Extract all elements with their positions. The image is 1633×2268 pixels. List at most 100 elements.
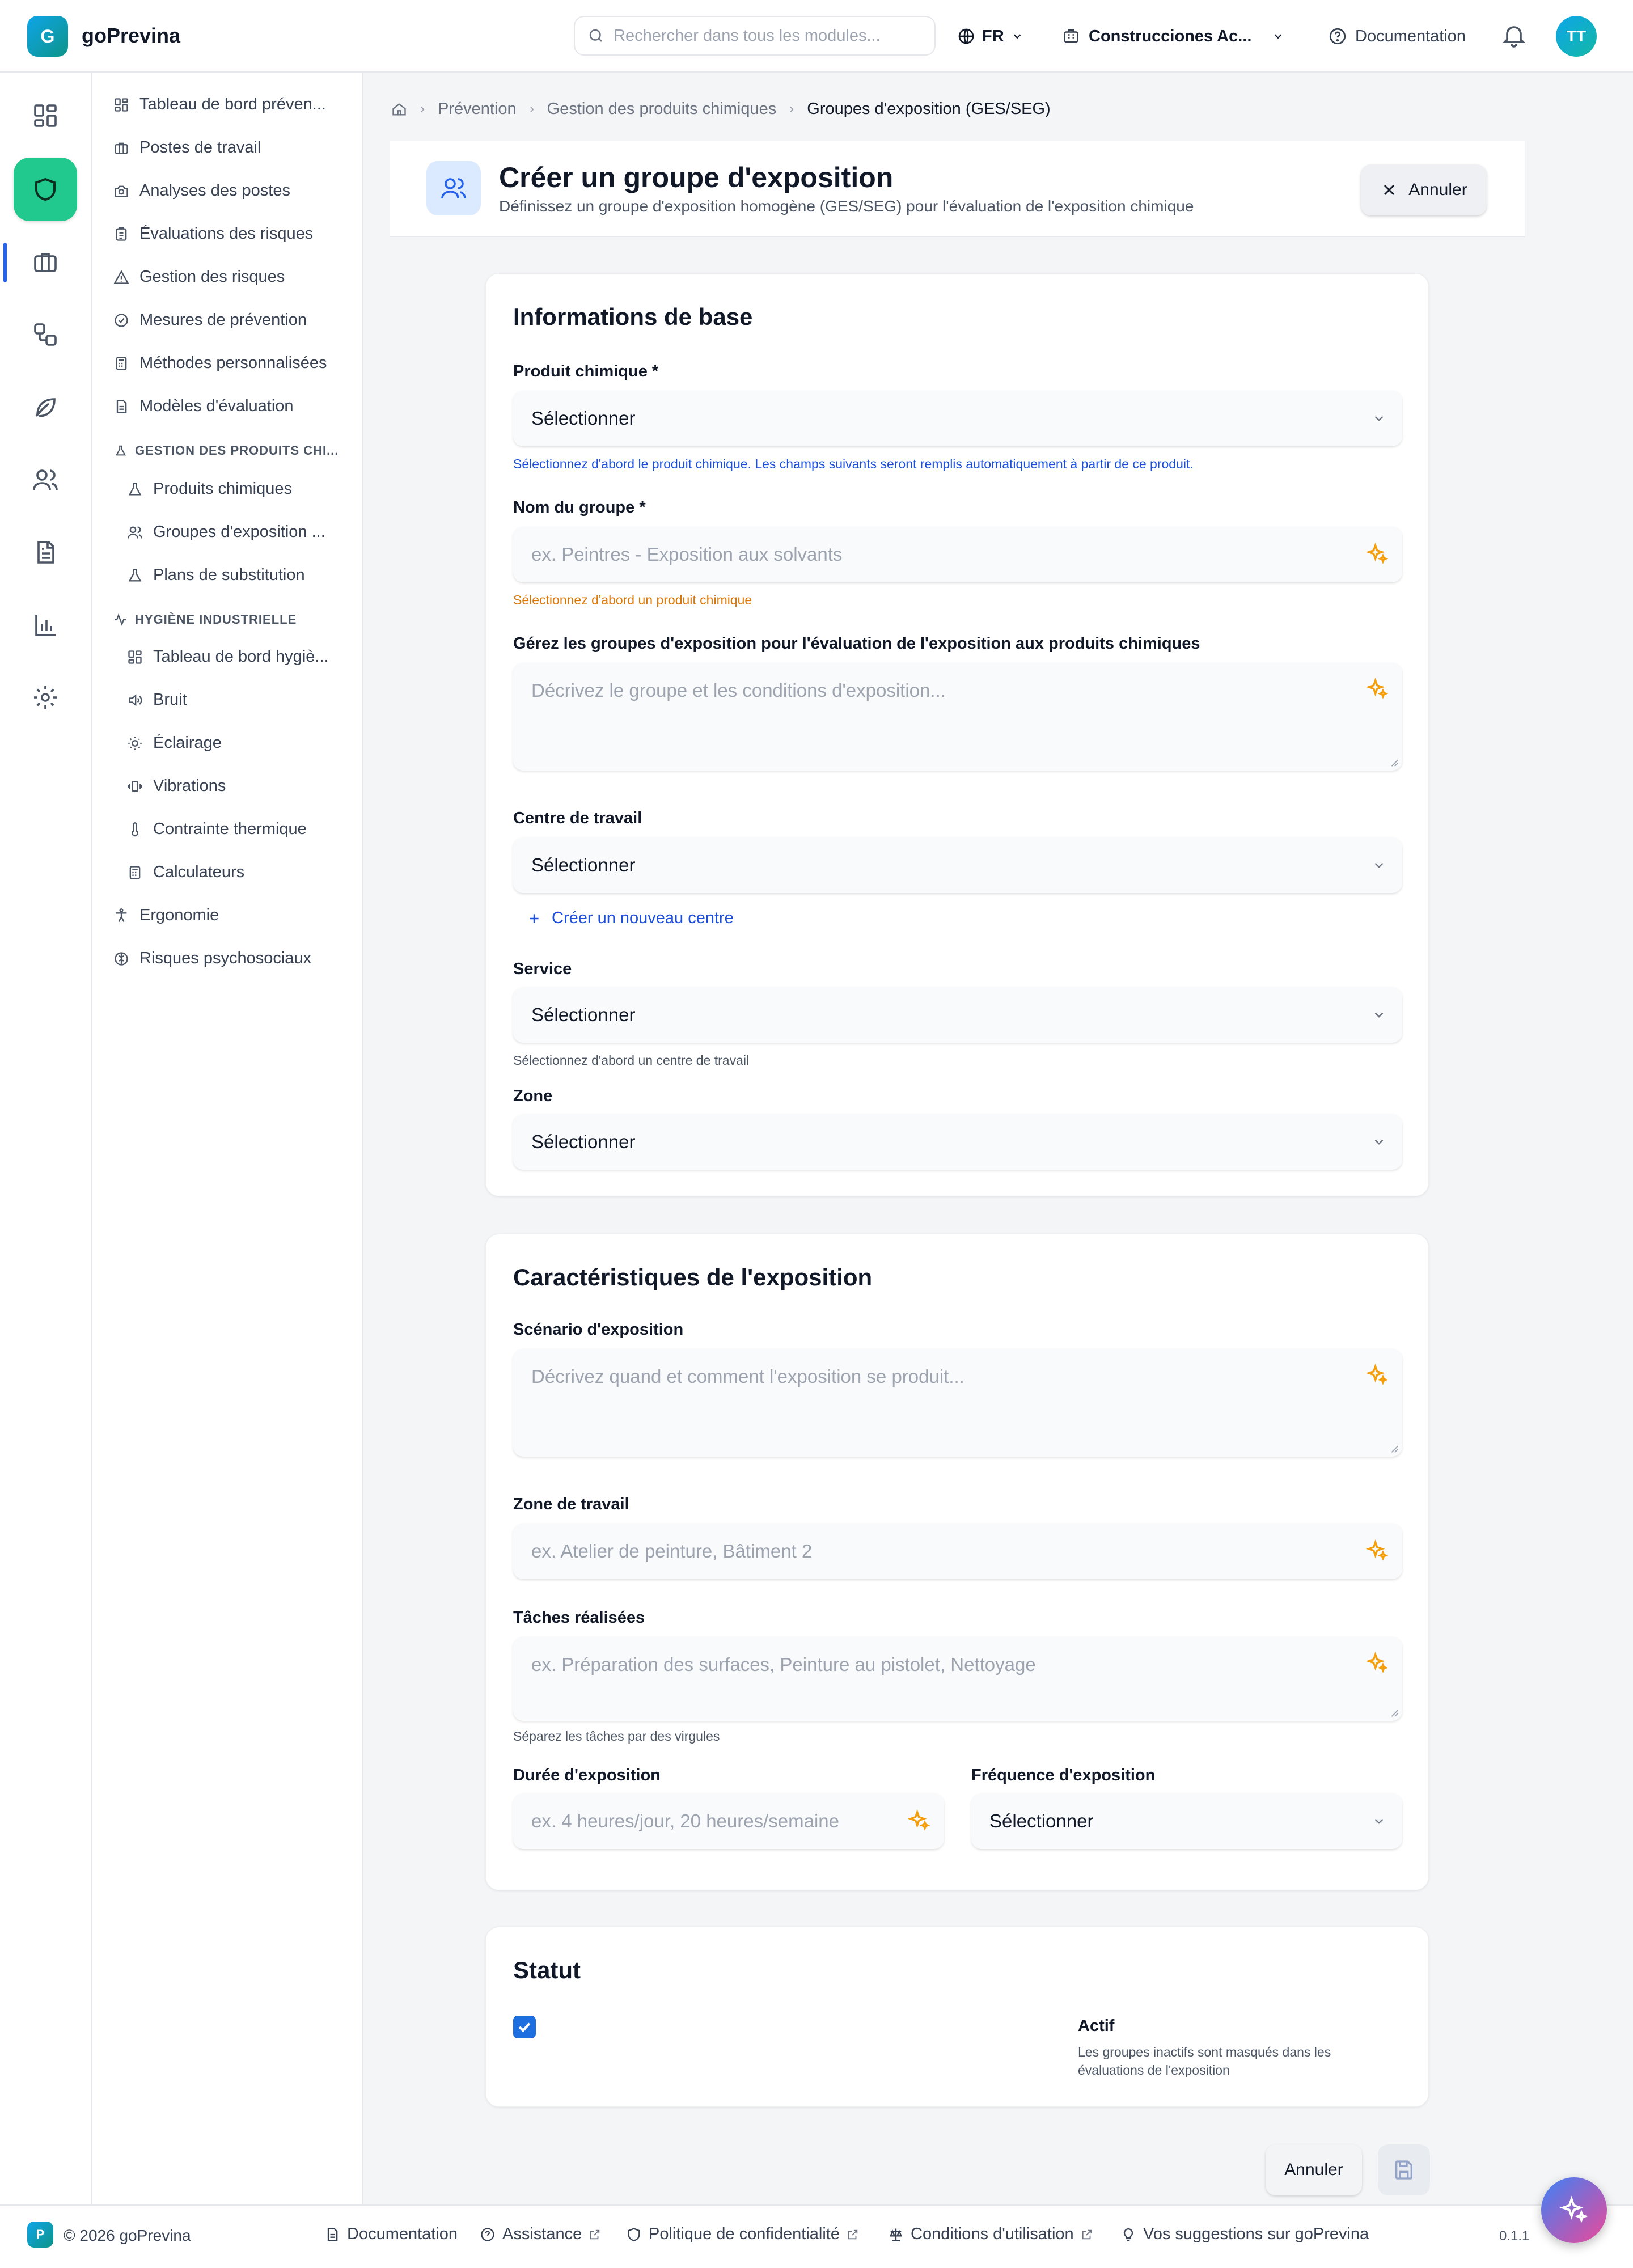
rail-workflow-icon[interactable] (14, 303, 77, 366)
ai-sparkle-icon[interactable] (1366, 1364, 1389, 1386)
ai-sparkle-icon[interactable] (1366, 1539, 1389, 1562)
ai-assistant-button[interactable] (1541, 2177, 1607, 2243)
work-center-select[interactable]: Sélectionner (513, 837, 1402, 893)
cancel-button[interactable]: Annuler (1266, 2144, 1362, 2195)
exposure-card: Caractéristiques de l'exposition Scénari… (485, 1234, 1429, 1890)
rail-document-icon[interactable] (14, 521, 77, 584)
save-button[interactable] (1378, 2144, 1430, 2195)
footer-link-assistance[interactable]: Assistance (480, 2225, 601, 2244)
module-rail (0, 73, 92, 2204)
header-cancel-button[interactable]: Annuler (1361, 164, 1487, 215)
nav-label: Contrainte thermique (153, 820, 307, 838)
rail-shield-icon[interactable] (14, 158, 77, 221)
ai-sparkle-icon[interactable] (1366, 678, 1389, 700)
nav-item-hygiene-dashboard[interactable]: Tableau de bord hygiè... (127, 648, 329, 666)
breadcrumb-chemicals[interactable]: Gestion des produits chimiques (547, 100, 777, 119)
nav-item-dashboard[interactable]: Tableau de bord préven... (113, 95, 326, 114)
resize-handle-icon[interactable] (1389, 1707, 1399, 1717)
notifications-bell-icon[interactable] (1500, 22, 1528, 49)
footer-link-privacy[interactable]: Politique de confidentialité (626, 2225, 859, 2244)
nav-section-hygiene[interactable]: Hygiène industrielle (113, 612, 297, 627)
sparkle-icon (1559, 2195, 1589, 2225)
search-input[interactable] (614, 26, 908, 45)
group-description-textarea[interactable]: Décrivez le groupe et les conditions d'e… (513, 663, 1402, 771)
field-label: Durée d'exposition (513, 1766, 661, 1784)
nav-item-noise[interactable]: Bruit (127, 691, 187, 709)
footer-link-terms[interactable]: Conditions d'utilisation (888, 2225, 1093, 2244)
app-name[interactable]: goPrevina (82, 24, 180, 48)
field-label: Fréquence d'exposition (971, 1766, 1156, 1784)
footer-link-label: Assistance (502, 2225, 582, 2243)
home-icon[interactable] (391, 101, 407, 117)
nav-item-prevention[interactable]: Mesures de prévention (113, 311, 307, 329)
search-icon (587, 27, 604, 44)
nav-item-lighting[interactable]: Éclairage (127, 734, 222, 752)
warning-icon (113, 269, 129, 285)
nav-item-analyses[interactable]: Analyses des postes (113, 181, 290, 200)
language-selector[interactable]: FR (957, 22, 1023, 51)
duration-input[interactable]: ex. 4 heures/jour, 20 heures/semaine (513, 1793, 944, 1849)
select-value: Sélectionner (531, 854, 636, 875)
footer-link-label: Conditions d'utilisation (911, 2225, 1074, 2243)
resize-handle-icon[interactable] (1389, 1443, 1399, 1453)
card-title: Statut (513, 1957, 581, 1983)
rail-settings-icon[interactable] (14, 666, 77, 729)
language-label: FR (982, 27, 1004, 45)
briefcase-icon (113, 140, 129, 156)
rail-briefcase-icon[interactable] (14, 230, 77, 294)
ai-sparkle-icon[interactable] (1366, 1652, 1389, 1674)
thermometer-icon (127, 822, 143, 837)
rail-bar-chart-icon[interactable] (14, 593, 77, 657)
nav-section-chemicals[interactable]: Gestion des produits chi... (115, 443, 339, 458)
nav-item-chemical-products[interactable]: Produits chimiques (127, 480, 292, 498)
calculator-icon (113, 356, 129, 371)
nav-label: Risques psychosociaux (139, 949, 312, 967)
active-checkbox[interactable] (513, 2016, 536, 2038)
rail-dashboard-icon[interactable] (14, 84, 77, 147)
ai-sparkle-icon[interactable] (1366, 543, 1389, 565)
footer-link-documentation[interactable]: Documentation (324, 2225, 458, 2244)
nav-label: Gestion des risques (139, 268, 285, 286)
nav-item-substitution-plans[interactable]: Plans de substitution (127, 566, 305, 585)
work-zone-input[interactable]: ex. Atelier de peinture, Bâtiment 2 (513, 1524, 1402, 1579)
nav-item-ergonomics[interactable]: Ergonomie (113, 906, 219, 925)
nav-item-exposure-groups[interactable]: Groupes d'exposition ... (127, 523, 325, 541)
nav-item-methods[interactable]: Méthodes personnalisées (113, 354, 327, 373)
ai-sparkle-icon[interactable] (908, 1809, 930, 1832)
person-icon (113, 908, 129, 924)
app-logo[interactable]: G (27, 16, 68, 57)
nav-item-risk-management[interactable]: Gestion des risques (113, 268, 285, 286)
field-label: Produit chimique * (513, 362, 659, 380)
nav-item-thermal[interactable]: Contrainte thermique (127, 820, 307, 839)
company-selector[interactable]: Construcciones Ac... (1063, 22, 1284, 51)
status-card: Statut Actif Les groupes inactifs sont m… (485, 1927, 1429, 2107)
rail-leaf-icon[interactable] (14, 375, 77, 439)
nav-label: Éclairage (153, 734, 222, 752)
chemical-product-select[interactable]: Sélectionner (513, 391, 1402, 446)
nav-item-calculators[interactable]: Calculateurs (127, 863, 244, 882)
nav-label: Groupes d'exposition ... (153, 523, 325, 541)
nav-item-evaluations[interactable]: Évaluations des risques (113, 225, 313, 243)
tasks-textarea[interactable]: ex. Préparation des surfaces, Peinture a… (513, 1637, 1402, 1721)
nav-label: Méthodes personnalisées (139, 354, 327, 372)
input-placeholder: Décrivez le groupe et les conditions d'e… (531, 680, 946, 701)
zone-select[interactable]: Sélectionner (513, 1114, 1402, 1170)
scenario-textarea[interactable]: Décrivez quand et comment l'exposition s… (513, 1349, 1402, 1457)
frequency-select[interactable]: Sélectionner (971, 1793, 1402, 1849)
nav-item-workstations[interactable]: Postes de travail (113, 138, 261, 157)
resize-handle-icon[interactable] (1389, 757, 1399, 767)
global-search[interactable] (574, 16, 936, 56)
group-name-input[interactable]: ex. Peintres - Exposition aux solvants (513, 527, 1402, 582)
close-icon (1380, 181, 1398, 199)
nav-item-psychosocial[interactable]: Risques psychosociaux (113, 949, 311, 968)
service-select[interactable]: Sélectionner (513, 987, 1402, 1043)
building-icon (1063, 28, 1080, 45)
documentation-button[interactable]: Documentation (1328, 22, 1466, 51)
rail-users-icon[interactable] (14, 448, 77, 511)
footer-link-suggestions[interactable]: Vos suggestions sur goPrevina (1120, 2225, 1369, 2244)
breadcrumb-prevention[interactable]: Prévention (438, 100, 517, 119)
create-center-button[interactable]: Créer un nouveau centre (527, 909, 734, 928)
nav-item-vibrations[interactable]: Vibrations (127, 777, 226, 796)
user-avatar[interactable]: TT (1556, 16, 1597, 57)
nav-item-templates[interactable]: Modèles d'évaluation (113, 397, 294, 416)
